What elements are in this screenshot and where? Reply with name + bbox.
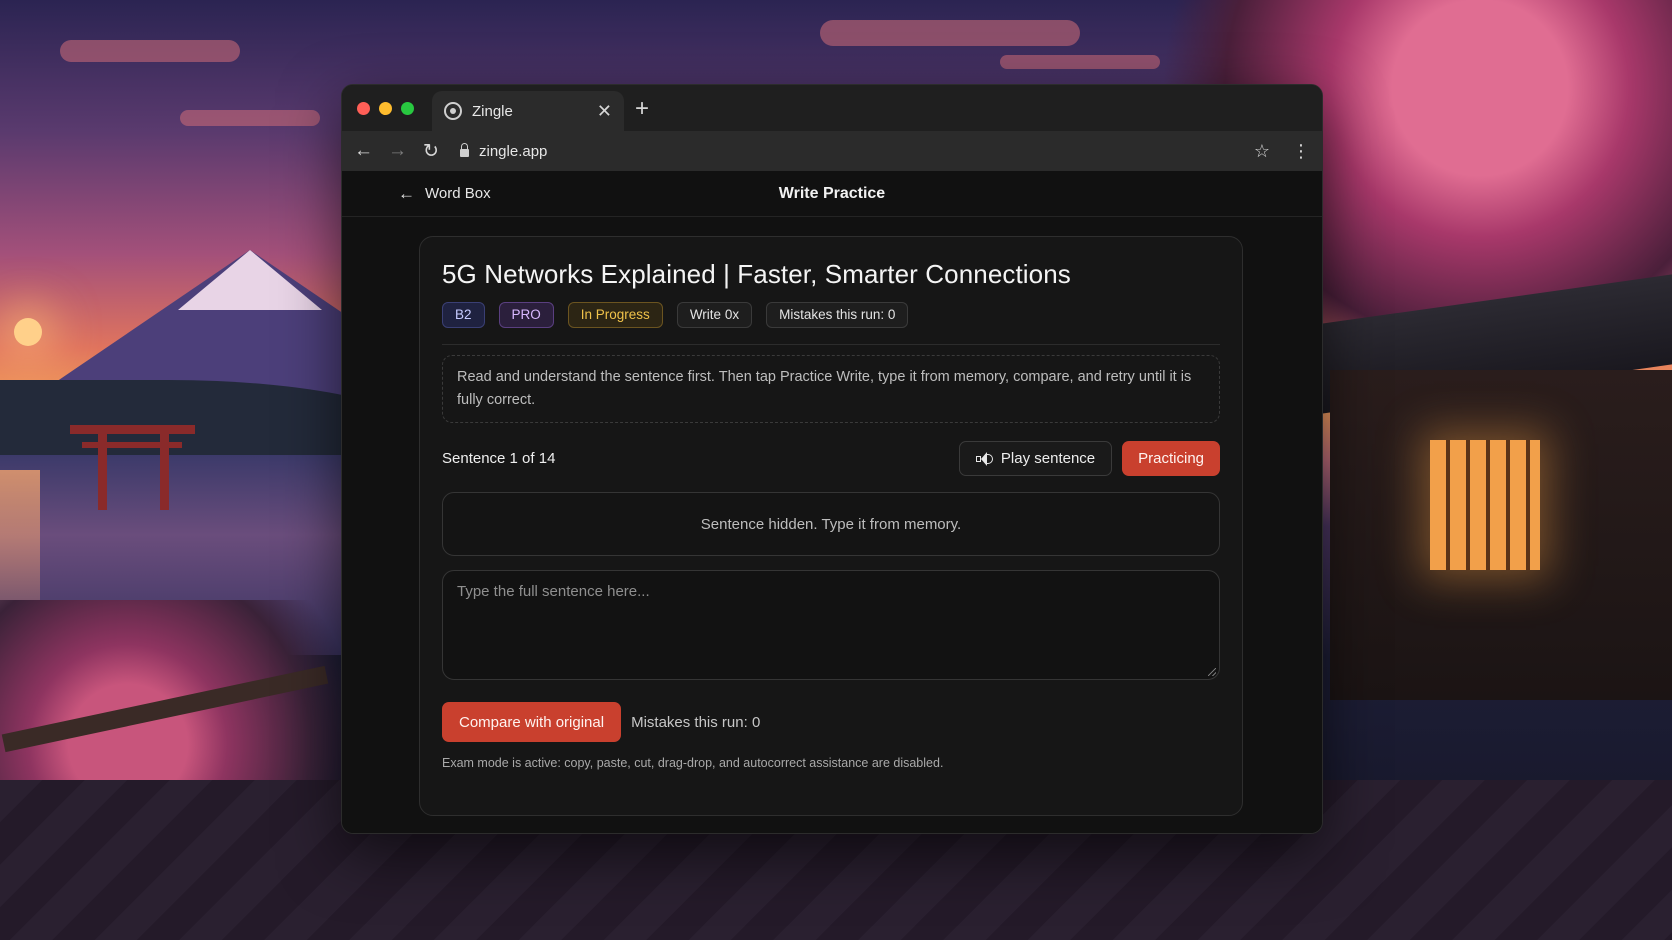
sentence-controls-row: Sentence 1 of 14 Play sentence Practicin… bbox=[442, 441, 1220, 476]
address-bar: ← → ↻ zingle.app ☆ ⋮ bbox=[342, 131, 1322, 171]
resize-handle-icon[interactable] bbox=[1208, 668, 1216, 676]
sentence-counter: Sentence 1 of 14 bbox=[442, 450, 556, 467]
compare-with-original-button[interactable]: Compare with original bbox=[442, 702, 622, 742]
speaker-icon bbox=[975, 451, 993, 466]
hidden-sentence-box: Sentence hidden. Type it from memory. bbox=[442, 492, 1220, 556]
more-menu-icon[interactable]: ⋮ bbox=[1292, 141, 1310, 162]
reload-icon[interactable]: ↻ bbox=[422, 140, 440, 163]
back-to-word-box-link[interactable]: ← Word Box bbox=[398, 184, 491, 204]
browser-window: Zingle ✕ + ← → ↻ zingle.app ☆ ⋮ ← Word B… bbox=[341, 84, 1323, 834]
back-arrow-icon[interactable]: ← bbox=[354, 140, 373, 162]
window-controls bbox=[357, 101, 414, 115]
lesson-title: 5G Networks Explained | Faster, Smarter … bbox=[442, 259, 1071, 289]
back-link-label: Word Box bbox=[425, 185, 491, 202]
url-text: zingle.app bbox=[479, 142, 548, 160]
close-icon[interactable]: ✕ bbox=[597, 101, 612, 122]
play-sentence-button[interactable]: Play sentence bbox=[958, 441, 1113, 476]
arrow-left-icon: ← bbox=[398, 183, 415, 203]
plus-icon[interactable]: + bbox=[635, 95, 649, 123]
divider bbox=[442, 344, 1220, 345]
exam-mode-note: Exam mode is active: copy, paste, cut, d… bbox=[442, 756, 944, 770]
badge-row: B2 PRO In Progress Write 0x Mistakes thi… bbox=[442, 302, 1220, 328]
tab-bar: Zingle ✕ + bbox=[342, 85, 1322, 131]
star-icon[interactable]: ☆ bbox=[1254, 141, 1270, 162]
zingle-favicon-icon bbox=[444, 102, 462, 120]
tab-title: Zingle bbox=[472, 102, 513, 120]
forward-arrow-icon[interactable]: → bbox=[388, 140, 407, 162]
url-field[interactable]: zingle.app bbox=[456, 136, 1238, 166]
level-badge: B2 bbox=[442, 302, 485, 328]
practice-card: 5G Networks Explained | Faster, Smarter … bbox=[419, 236, 1243, 816]
mistakes-counter: Mistakes this run: 0 bbox=[631, 713, 761, 731]
answer-placeholder: Type the full sentence here... bbox=[457, 583, 650, 600]
maximize-window-button[interactable] bbox=[401, 101, 414, 115]
answer-textarea[interactable]: Type the full sentence here... bbox=[442, 570, 1220, 680]
app-header: ← Word Box Write Practice bbox=[342, 171, 1322, 217]
lock-icon bbox=[460, 143, 469, 157]
close-window-button[interactable] bbox=[357, 101, 370, 115]
app-content: ← Word Box Write Practice 5G Networks Ex… bbox=[342, 171, 1322, 833]
browser-tab[interactable]: Zingle ✕ bbox=[432, 91, 624, 131]
write-count-badge: Write 0x bbox=[676, 302, 753, 328]
practicing-button[interactable]: Practicing bbox=[1122, 441, 1220, 476]
minimize-window-button[interactable] bbox=[379, 101, 392, 115]
mistakes-badge: Mistakes this run: 0 bbox=[766, 302, 909, 328]
compare-row: Compare with original Mistakes this run:… bbox=[442, 702, 1220, 742]
play-sentence-label: Play sentence bbox=[1000, 450, 1096, 467]
instructions-box: Read and understand the sentence first. … bbox=[442, 355, 1220, 423]
plan-badge: PRO bbox=[498, 302, 554, 328]
status-badge: In Progress bbox=[567, 302, 663, 328]
